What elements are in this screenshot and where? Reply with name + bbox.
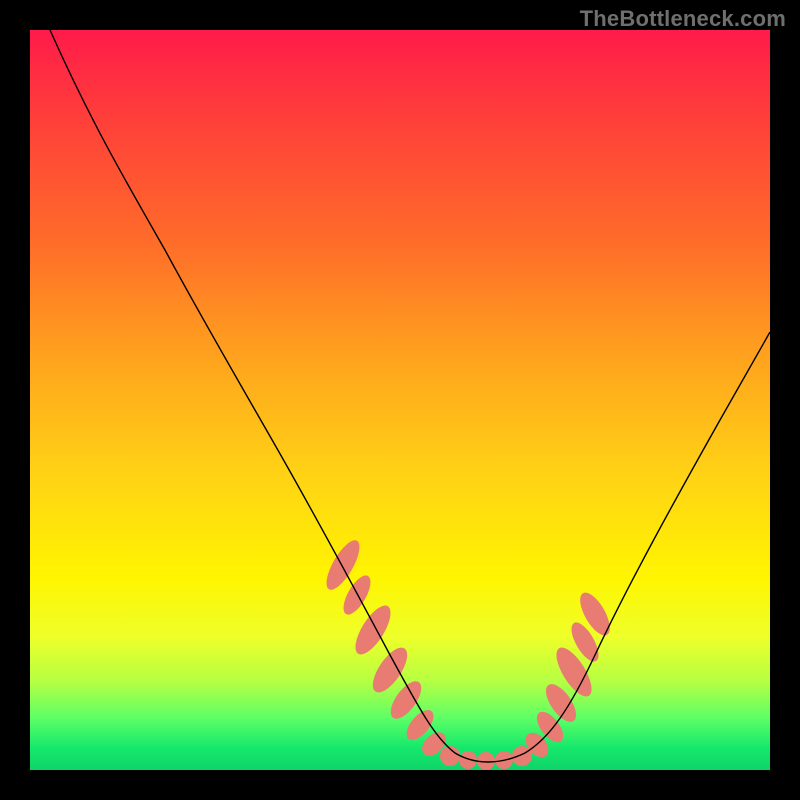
marker-cluster-bottom <box>440 746 532 770</box>
chart-overlay-svg <box>30 30 770 770</box>
chart-frame: TheBottleneck.com <box>0 0 800 800</box>
marker-cluster-right <box>521 588 616 761</box>
gradient-plot-area <box>30 30 770 770</box>
bottleneck-curve <box>50 30 770 762</box>
watermark-label: TheBottleneck.com <box>580 6 786 32</box>
